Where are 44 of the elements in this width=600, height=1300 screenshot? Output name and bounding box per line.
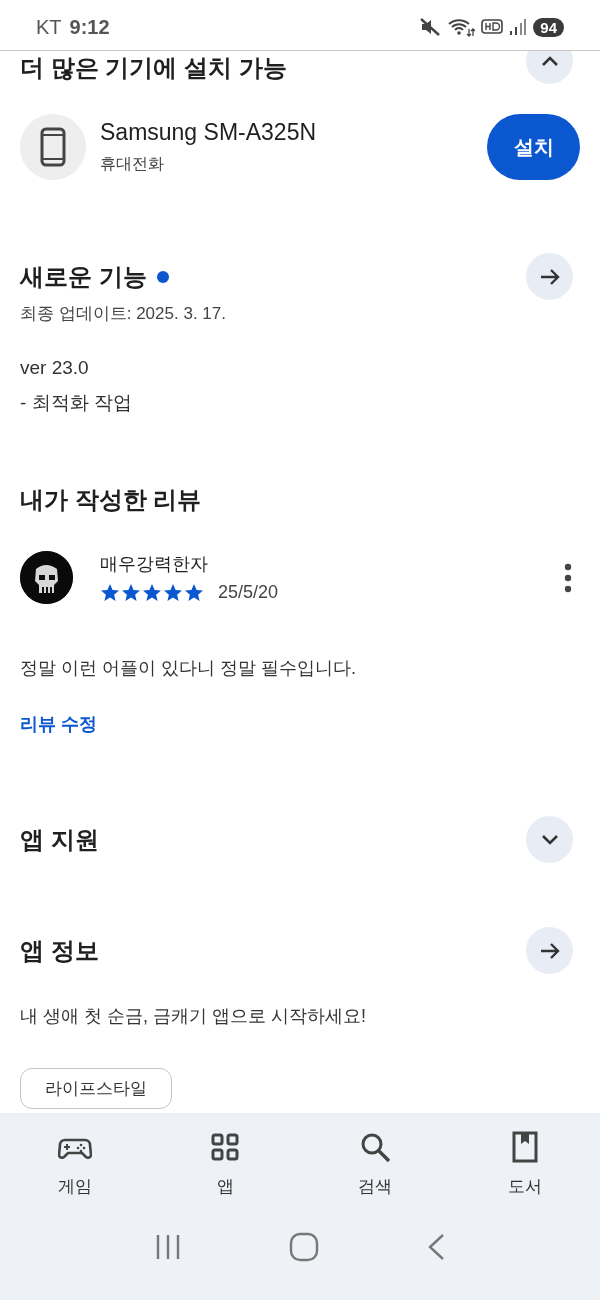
- category-chip[interactable]: 라이프스타일: [20, 1068, 172, 1109]
- signal-icon: [509, 17, 528, 37]
- star-icon: [184, 583, 204, 602]
- more-options-icon[interactable]: [564, 562, 572, 593]
- arrow-button[interactable]: [526, 253, 573, 300]
- section-title: 새로운 기능: [20, 261, 147, 292]
- install-button[interactable]: 설치: [487, 114, 580, 180]
- carrier-name: KT: [36, 15, 62, 39]
- device-name: Samsung SM-A325N: [100, 119, 318, 146]
- star-icon: [163, 583, 183, 602]
- nav-tab[interactable]: 도서: [450, 1131, 600, 1198]
- wifi-icon: [447, 17, 476, 37]
- release-note: ver 23.0: [20, 357, 90, 379]
- device-type: 휴대전화: [100, 154, 165, 174]
- edit-review-link[interactable]: 리뷰 수정: [20, 712, 97, 736]
- star-icon: [100, 583, 120, 602]
- collapse-button[interactable]: [526, 51, 573, 84]
- section-title: 더 많은 기기에 설치 가능: [20, 52, 287, 83]
- star-icon: [121, 583, 141, 602]
- reviewer-name: 매우강력한자: [100, 553, 209, 576]
- nav-tab[interactable]: 앱: [150, 1131, 300, 1198]
- update-date: 최종 업데이트: 2025. 3. 17.: [20, 303, 227, 325]
- arrow-button[interactable]: [526, 927, 573, 974]
- section-title: 앱 지원: [20, 824, 99, 855]
- clock-time: 9:12: [69, 15, 110, 39]
- nav-tab[interactable]: 게임: [0, 1131, 150, 1198]
- app-description: 내 생애 첫 순금, 금캐기 앱으로 시작하세요!: [20, 1005, 367, 1028]
- chevron-down-icon: [539, 833, 560, 846]
- battery-level: 94: [533, 17, 564, 37]
- search-icon: [360, 1132, 390, 1162]
- expand-button[interactable]: [526, 816, 573, 863]
- review-text: 정말 이런 어플이 있다니 정말 필수입니다.: [20, 657, 357, 680]
- mute-icon: [419, 17, 442, 37]
- apps-grid-icon: [211, 1133, 239, 1161]
- book-icon: [511, 1131, 539, 1163]
- section-title: 앱 정보: [20, 935, 99, 966]
- home-icon[interactable]: [289, 1232, 319, 1262]
- release-note: - 최적화 작업: [20, 391, 133, 415]
- nav-tab[interactable]: 검색: [300, 1131, 450, 1198]
- hd-voice-icon: [481, 17, 504, 37]
- avatar: [20, 551, 73, 604]
- section-title: 내가 작성한 리뷰: [20, 485, 202, 515]
- review-date: 25/5/20: [218, 582, 279, 603]
- star-icon: [142, 583, 162, 602]
